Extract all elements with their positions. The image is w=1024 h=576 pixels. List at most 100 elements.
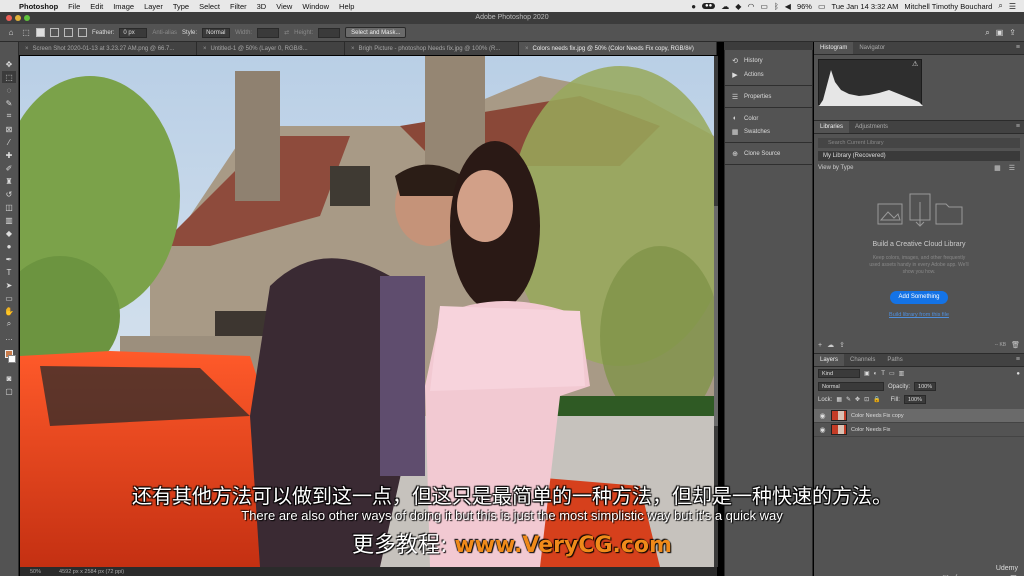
close-tab-icon[interactable]: × xyxy=(525,46,529,52)
minimize-window-button[interactable] xyxy=(15,15,21,21)
airplay-icon[interactable]: ▭ xyxy=(760,2,768,11)
tab-navigator[interactable]: Navigator xyxy=(853,42,891,54)
width-input[interactable] xyxy=(257,27,280,38)
crop-tool-icon[interactable]: ⌗ xyxy=(2,110,16,122)
menu-layer[interactable]: Layer xyxy=(139,2,168,11)
lock-artboard-icon[interactable]: ⊡ xyxy=(864,396,869,403)
document-size[interactable]: 4592 px x 2584 px (72 ppi) xyxy=(59,569,124,575)
quick-selection-tool-icon[interactable]: ✎ xyxy=(2,97,16,109)
close-tab-icon[interactable]: × xyxy=(351,46,355,52)
blur-tool-icon[interactable]: ◆ xyxy=(2,227,16,239)
hand-tool-icon[interactable]: ✋ xyxy=(2,305,16,317)
delete-icon[interactable]: 🗑 xyxy=(1011,341,1020,349)
lock-all-icon[interactable]: 🔒 xyxy=(873,396,880,403)
layer-name[interactable]: Color Needs Fix xyxy=(851,427,890,433)
close-window-button[interactable] xyxy=(6,15,12,21)
tab-histogram[interactable]: Histogram xyxy=(814,42,854,54)
shield-icon[interactable]: ◆ xyxy=(735,2,741,11)
lock-position-icon[interactable]: ✥ xyxy=(855,396,860,403)
zoom-tool-icon[interactable]: ⌕ xyxy=(2,318,16,330)
smart-object-filter-icon[interactable]: ▥ xyxy=(899,370,905,377)
properties-panel-button[interactable]: ☰ Properties xyxy=(725,90,812,104)
feather-input[interactable]: 0 px xyxy=(119,27,148,38)
warning-icon[interactable]: ⚠ xyxy=(912,60,918,68)
move-tool-icon[interactable]: ✥ xyxy=(2,58,16,70)
zoom-window-button[interactable] xyxy=(24,15,30,21)
camera-icon[interactable]: ● xyxy=(691,2,696,11)
eyedropper-tool-icon[interactable]: ⁄ xyxy=(2,136,16,148)
color-panel-button[interactable]: ◐ Color xyxy=(725,112,812,125)
visibility-eye-icon[interactable]: ◉ xyxy=(818,426,827,434)
battery-percent[interactable]: 96% xyxy=(797,2,812,11)
select-and-mask-button[interactable]: Select and Mask... xyxy=(345,27,407,38)
eraser-tool-icon[interactable]: ◫ xyxy=(2,201,16,213)
upload-icon[interactable]: ⇪ xyxy=(839,341,845,349)
screen-mode-icon[interactable]: ▢ xyxy=(2,385,16,397)
blend-mode-select[interactable]: Normal xyxy=(818,382,884,391)
menu-app[interactable]: Photoshop xyxy=(14,2,63,11)
share-icon[interactable]: ⇪ xyxy=(1009,28,1016,38)
tab-channels[interactable]: Channels xyxy=(844,354,881,366)
doc-tab[interactable]: × Screen Shot 2020-01-13 at 3.23.27 AM.pn… xyxy=(19,42,197,55)
close-tab-icon[interactable]: × xyxy=(25,46,29,52)
zoom-level[interactable]: 50% xyxy=(30,569,41,575)
doc-tab-active[interactable]: × Colors needs fix.jpg @ 50% (Color Needs… xyxy=(519,42,717,55)
panel-menu-icon[interactable]: ≡ xyxy=(1016,123,1020,130)
shape-filter-icon[interactable]: ▭ xyxy=(889,370,895,377)
history-panel-button[interactable]: ⟲ History xyxy=(725,54,812,68)
menu-help[interactable]: Help xyxy=(334,2,359,11)
layer-kind-select[interactable]: Kind xyxy=(818,369,860,378)
frame-tool-icon[interactable]: ⊠ xyxy=(2,123,16,135)
antialias-checkbox[interactable]: Anti-alias xyxy=(152,30,177,36)
view-by-dropdown[interactable]: View by Type xyxy=(818,165,853,171)
scrollbar-thumb[interactable] xyxy=(714,206,718,426)
filter-toggle-icon[interactable]: ● xyxy=(1016,371,1020,377)
notification-center-icon[interactable]: ☰ xyxy=(1009,2,1016,11)
menu-type[interactable]: Type xyxy=(168,2,194,11)
pen-tool-icon[interactable]: ✒ xyxy=(2,253,16,265)
rectangle-tool-icon[interactable]: ▭ xyxy=(2,292,16,304)
lock-pixels-icon[interactable]: ✎ xyxy=(846,396,851,403)
add-something-button[interactable]: Add Something xyxy=(890,291,948,304)
menu-view[interactable]: View xyxy=(271,2,297,11)
menubar-datetime[interactable]: Tue Jan 14 3:32 AM xyxy=(832,2,899,11)
adjustment-filter-icon[interactable]: ◐ xyxy=(874,371,878,377)
wifi-icon[interactable]: ◠ xyxy=(747,2,754,11)
height-input[interactable] xyxy=(318,27,341,38)
dodge-tool-icon[interactable]: ● xyxy=(2,240,16,252)
menu-edit[interactable]: Edit xyxy=(85,2,108,11)
menu-select[interactable]: Select xyxy=(194,2,225,11)
recording-icon[interactable]: ●● xyxy=(702,3,716,9)
path-selection-tool-icon[interactable]: ➤ xyxy=(2,279,16,291)
menu-window[interactable]: Window xyxy=(297,2,334,11)
style-select[interactable]: Normal xyxy=(202,27,231,38)
panel-menu-icon[interactable]: ≡ xyxy=(1016,44,1020,51)
background-color-swatch[interactable] xyxy=(8,355,16,363)
visibility-eye-icon[interactable]: ◉ xyxy=(818,412,827,420)
menubar-user[interactable]: Mitchell Timothy Bouchard xyxy=(904,2,992,11)
marquee-tool-preset-icon[interactable]: ⬚ xyxy=(21,28,31,38)
layer-row[interactable]: ◉ Color Needs Fix xyxy=(814,423,1024,437)
quick-mask-icon[interactable]: ◙ xyxy=(2,372,16,384)
opacity-input[interactable]: 100% xyxy=(914,382,937,391)
library-search-input[interactable]: Search Current Library xyxy=(818,138,1020,148)
lasso-tool-icon[interactable]: ◌ xyxy=(2,84,16,96)
doc-tab[interactable]: × Brigh Picture - photoshop Needs fix.jpg… xyxy=(345,42,519,55)
healing-brush-tool-icon[interactable]: ✚ xyxy=(2,149,16,161)
pixel-filter-icon[interactable]: ▣ xyxy=(864,370,870,377)
fill-input[interactable]: 100% xyxy=(903,395,927,404)
menu-image[interactable]: Image xyxy=(108,2,139,11)
workspace-icon[interactable]: ▣ xyxy=(996,28,1004,38)
history-brush-tool-icon[interactable]: ↺ xyxy=(2,188,16,200)
type-tool-icon[interactable]: T xyxy=(2,266,16,278)
cloud-sync-icon[interactable]: ☁ xyxy=(827,341,834,349)
cloud-icon[interactable]: ☁ xyxy=(721,2,729,11)
swap-icon[interactable]: ⇄ xyxy=(284,29,289,36)
close-tab-icon[interactable]: × xyxy=(203,46,207,52)
add-to-selection-icon[interactable] xyxy=(50,28,59,37)
intersect-selection-icon[interactable] xyxy=(78,28,87,37)
layer-name[interactable]: Color Needs Fix copy xyxy=(851,413,904,419)
bluetooth-icon[interactable]: ᛒ xyxy=(774,2,779,11)
gradient-tool-icon[interactable]: ▥ xyxy=(2,214,16,226)
search-icon[interactable]: ⌕ xyxy=(985,28,989,38)
